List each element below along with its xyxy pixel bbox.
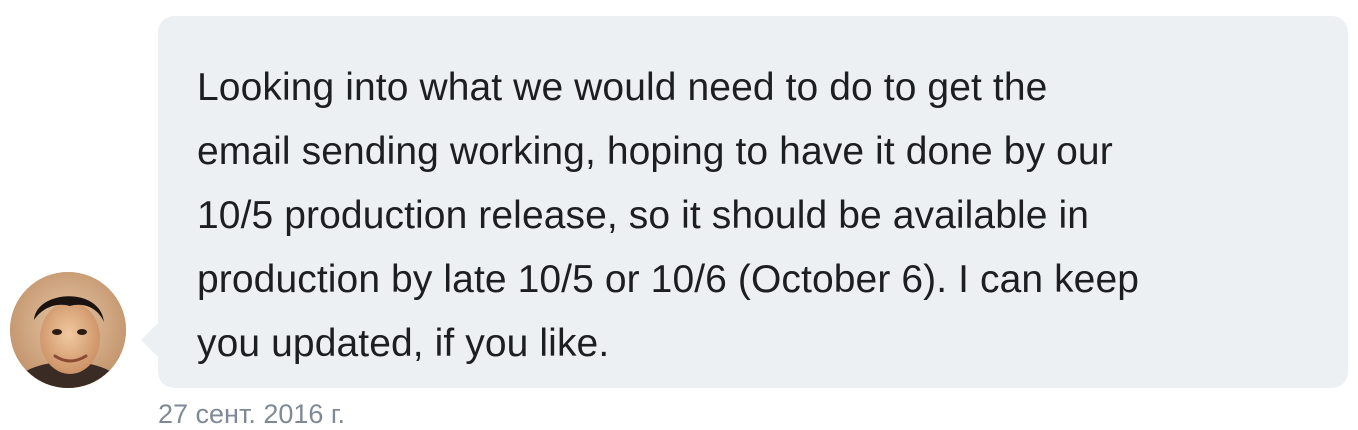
bubble-tail (141, 322, 159, 358)
sender-avatar[interactable] (10, 272, 126, 388)
user-avatar-photo-icon (10, 272, 126, 388)
chat-message: Looking into what we would need to do to… (0, 0, 1358, 430)
message-text: Looking into what we would need to do to… (197, 66, 1140, 365)
message-timestamp: 27 сент. 2016 г. (158, 399, 345, 429)
message-bubble: Looking into what we would need to do to… (158, 16, 1348, 388)
